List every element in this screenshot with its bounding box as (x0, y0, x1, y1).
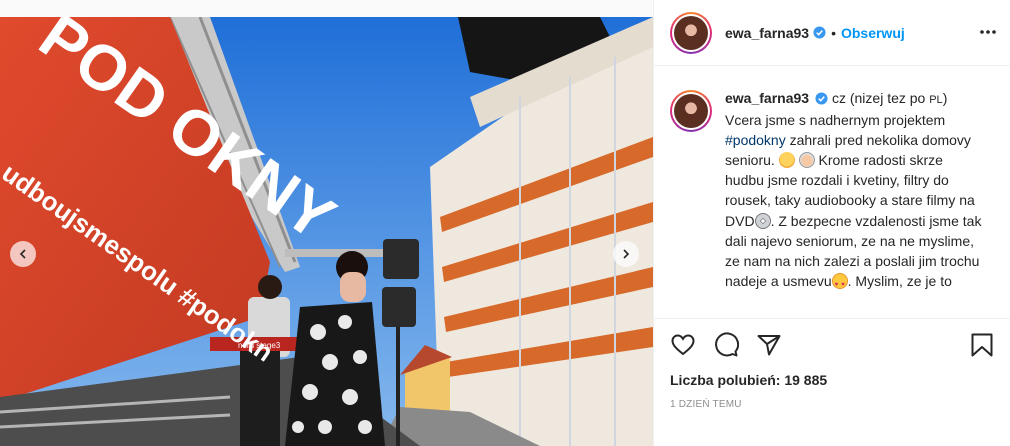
bookmark-icon[interactable] (969, 332, 995, 358)
post-details-panel: ewa_farna93 • Obserwuj ewa_farna93 cz (n… (653, 0, 1010, 446)
likes-number: 19 885 (784, 372, 828, 388)
caption-lang-note: cz (nizej tez po (831, 90, 926, 106)
emoji-face-mask-icon (778, 152, 795, 169)
comments-section[interactable]: ewa_farna93 cz (nizej tez po PL) Vcera j… (654, 66, 1010, 318)
post-photo[interactable]: POD OKNY udboujsmespolu #podokn nord sta… (0, 17, 653, 446)
likes-label: Liczba polubień: (670, 372, 781, 388)
avatar[interactable] (670, 11, 712, 54)
caption-lang-pl: PL (929, 94, 943, 106)
post-timestamp[interactable]: 1 DZIEŃ TEMU (670, 399, 995, 410)
caption-username-link[interactable]: ewa_farna93 (725, 90, 809, 106)
likes-count[interactable]: Liczba polubień: 19 885 (670, 372, 995, 388)
profile-photo (674, 94, 708, 128)
next-photo-button[interactable] (613, 241, 639, 267)
caption-text-5: . Myslim, ze je to (847, 272, 952, 289)
share-icon (757, 335, 781, 356)
heart-icon (671, 334, 695, 356)
keyboard-brand-label: nord stage3 (238, 341, 281, 350)
chevron-left-icon (19, 249, 26, 259)
username-link[interactable]: ewa_farna93 (725, 25, 809, 41)
hashtag-link[interactable]: #podokny (725, 132, 786, 148)
caption-row: ewa_farna93 cz (nizej tez po PL) Vcera j… (670, 88, 995, 295)
action-bar (670, 319, 995, 371)
verified-badge-icon (813, 26, 826, 39)
post-header: ewa_farna93 • Obserwuj (654, 0, 1010, 66)
like-button[interactable] (670, 332, 696, 358)
caption-avatar[interactable] (670, 90, 712, 132)
chevron-right-icon (623, 249, 630, 259)
emoji-dvd-icon (754, 212, 771, 229)
emoji-smiling-hearts-icon (831, 272, 848, 295)
separator-dot: • (831, 24, 836, 41)
caption-text-1: Vcera jsme s nadhernym projektem (725, 112, 946, 129)
caption-lang-close: ) (942, 90, 948, 106)
more-horizontal-icon[interactable] (978, 22, 998, 42)
previous-photo-button[interactable] (10, 241, 36, 267)
comment-icon (715, 332, 740, 357)
verified-badge-icon (815, 92, 828, 105)
caption: ewa_farna93 cz (nizej tez po PL) Vcera j… (725, 88, 983, 295)
share-button[interactable] (756, 332, 782, 358)
concert-photo-illustration: POD OKNY udboujsmespolu #podokn nord sta… (0, 17, 653, 446)
post-actions: Liczba polubień: 19 885 1 DZIEŃ TEMU (654, 318, 1010, 410)
profile-photo (674, 15, 708, 50)
follow-button[interactable]: Obserwuj (841, 25, 905, 41)
emoji-old-man-icon (798, 152, 815, 169)
comment-button[interactable] (713, 332, 740, 358)
